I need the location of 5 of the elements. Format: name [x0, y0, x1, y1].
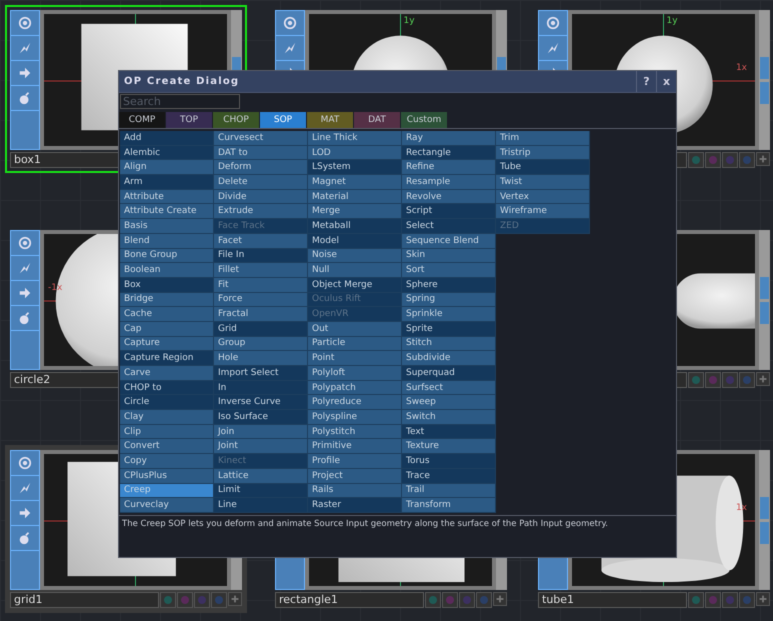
axis-label: 1y — [404, 16, 415, 26]
operator-description: The Creep SOP lets you deform and animate Source Input geometry along the surface of the Path Input geometry. — [119, 514, 676, 557]
axis-label: 1y — [666, 16, 678, 26]
axis-label: 1x — [736, 63, 747, 73]
dialog-title: OP Create Dialog — [123, 76, 240, 87]
